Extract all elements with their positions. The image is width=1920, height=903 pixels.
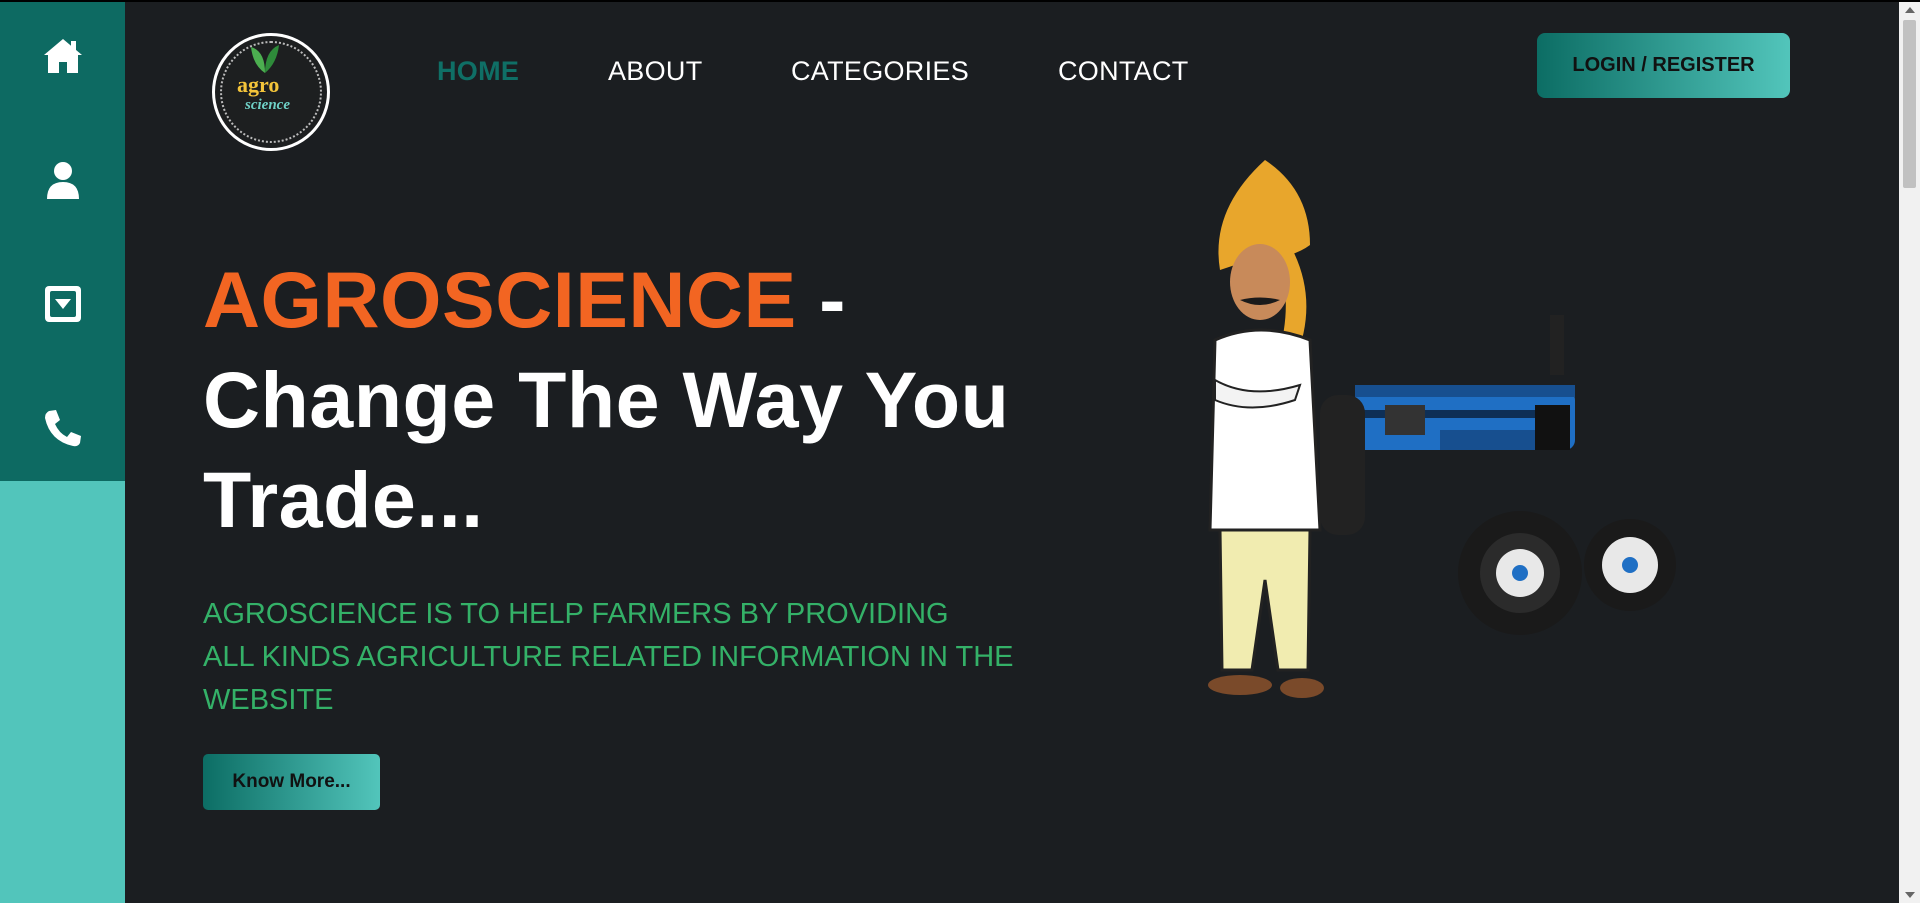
page-scrollbar[interactable]	[1899, 2, 1920, 903]
sidebar-item-home[interactable]	[0, 6, 125, 106]
home-icon	[43, 39, 82, 73]
farmer-image	[1208, 160, 1324, 698]
logo-text-science: science	[245, 97, 290, 113]
leaf-icon	[251, 45, 279, 73]
nav-contact[interactable]: CONTACT	[1058, 56, 1189, 87]
sidebar	[0, 2, 125, 903]
farmer-tractor-illustration	[1208, 160, 1676, 698]
sidebar-item-contact[interactable]	[0, 378, 125, 478]
hero-description-line-2: ALL KINDS AGRICULTURE RELATED INFORMATIO…	[203, 641, 1014, 673]
nav-home[interactable]: HOME	[437, 56, 519, 87]
top-border	[0, 0, 1920, 2]
scrollbar-thumb[interactable]	[1903, 20, 1916, 188]
nav-about[interactable]: ABOUT	[608, 56, 703, 87]
scroll-up-arrow-icon[interactable]	[1905, 7, 1915, 13]
phone-icon	[44, 410, 81, 447]
sidebar-icon-panel	[0, 2, 125, 481]
logo-text-agro: agro	[237, 72, 280, 97]
dropdown-box-icon	[44, 286, 81, 322]
hero-dash: -	[796, 255, 846, 344]
sidebar-item-categories[interactable]	[0, 254, 125, 354]
hero-description-line-3: WEBSITE	[203, 684, 334, 716]
hero-description-line-1: AGROSCIENCE IS TO HELP FARMERS BY PROVID…	[203, 598, 949, 630]
hero-title: AGROSCIENCE - Change The Way You Trade..…	[203, 250, 1123, 550]
tractor-image	[1320, 315, 1676, 635]
hero-tagline: Change The Way You Trade...	[203, 355, 1010, 544]
nav-categories[interactable]: CATEGORIES	[791, 56, 969, 87]
sidebar-item-profile[interactable]	[0, 130, 125, 230]
hero-description: AGROSCIENCE IS TO HELP FARMERS BY PROVID…	[203, 593, 1103, 722]
hero-brand: AGROSCIENCE	[203, 255, 797, 344]
site-logo[interactable]: agro science	[212, 33, 330, 151]
scroll-down-arrow-icon[interactable]	[1905, 892, 1915, 898]
login-register-button[interactable]: LOGIN / REGISTER	[1537, 33, 1790, 98]
know-more-button[interactable]: Know More...	[203, 754, 380, 810]
user-icon	[46, 162, 79, 199]
